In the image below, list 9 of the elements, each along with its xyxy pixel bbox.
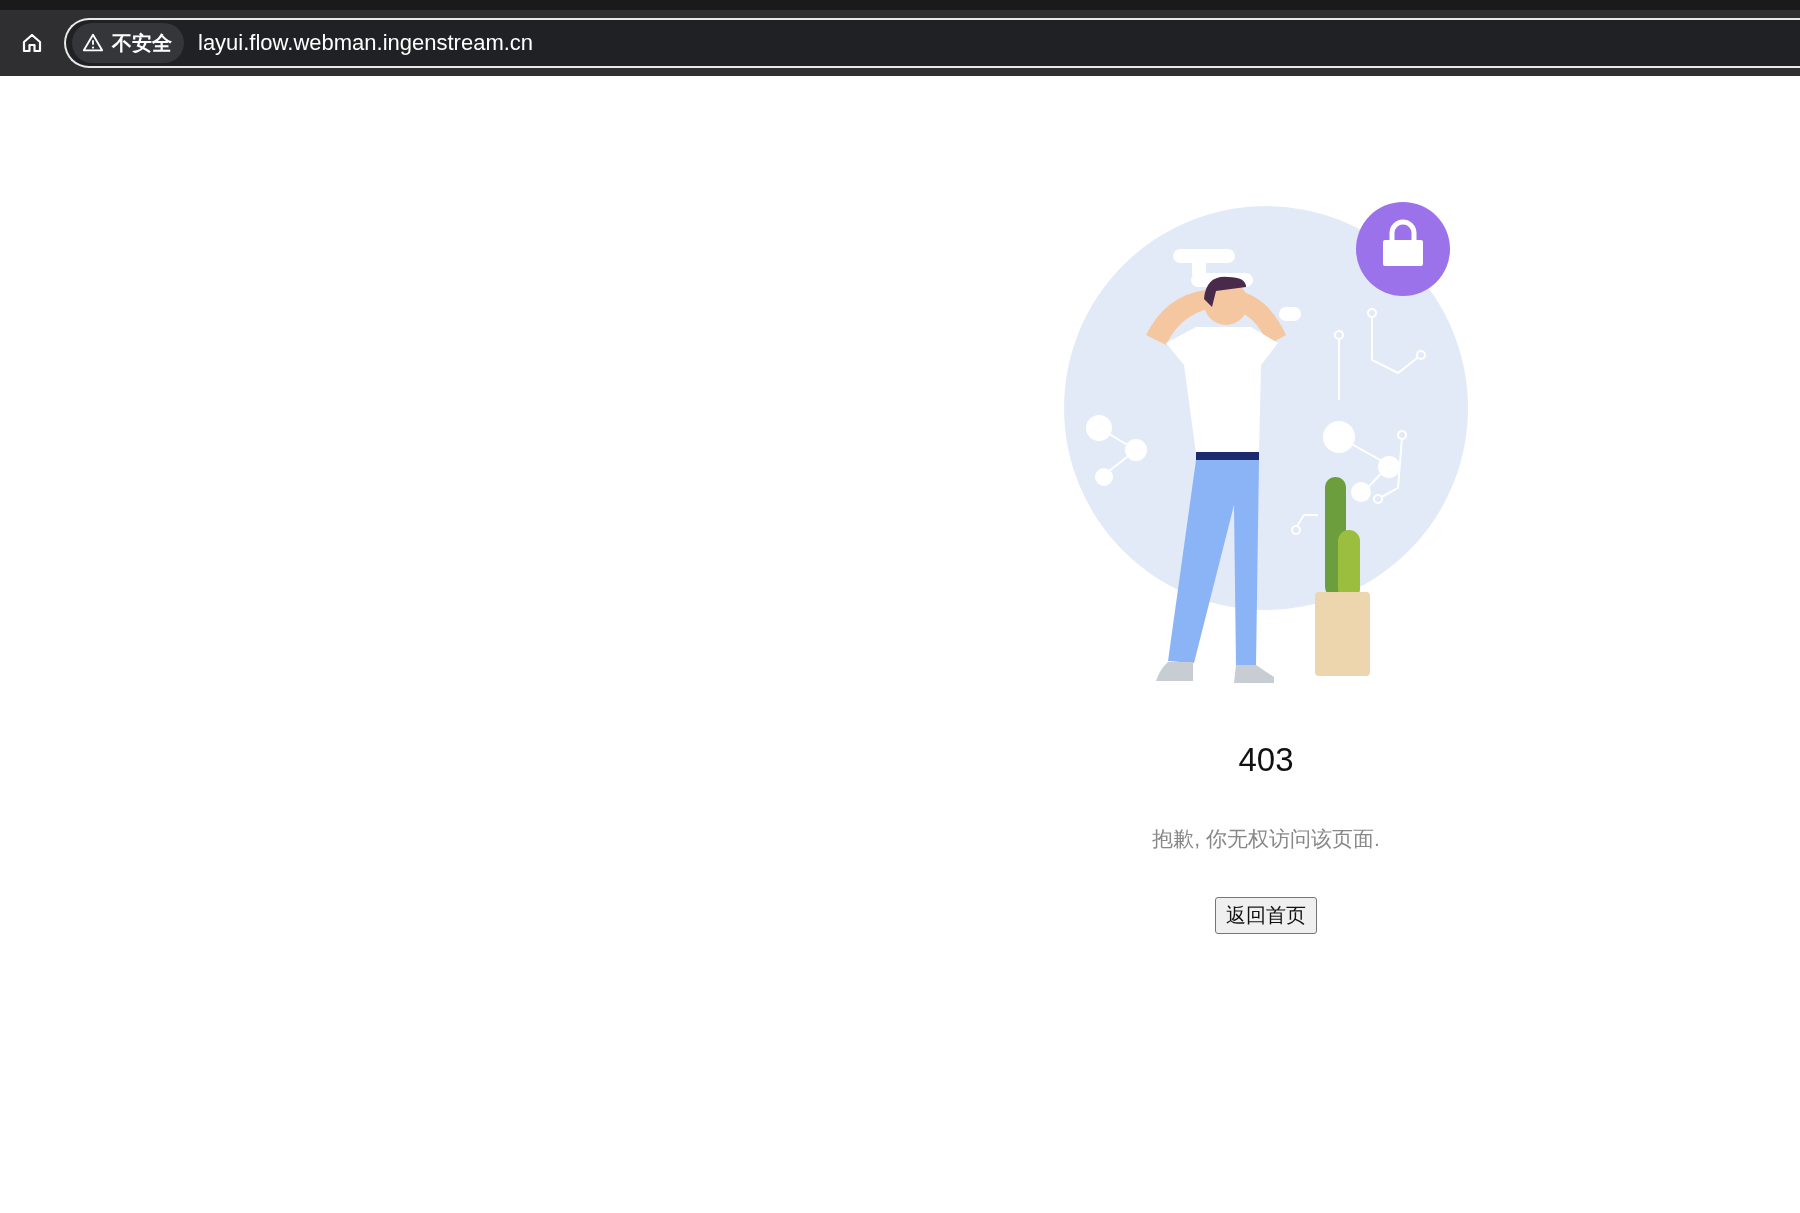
address-bar[interactable]: 不安全 layui.flow.webman.ingenstream.cn xyxy=(64,18,1800,68)
error-message: 抱歉, 你无权访问该页面. xyxy=(1152,826,1380,852)
url-text: layui.flow.webman.ingenstream.cn xyxy=(198,30,534,56)
home-icon[interactable] xyxy=(20,31,44,55)
error-code: 403 xyxy=(1238,741,1294,779)
back-home-button[interactable]: 返回首页 xyxy=(1215,897,1317,934)
security-label: 不安全 xyxy=(112,30,172,56)
warning-icon xyxy=(82,32,104,54)
security-chip[interactable]: 不安全 xyxy=(72,23,184,63)
